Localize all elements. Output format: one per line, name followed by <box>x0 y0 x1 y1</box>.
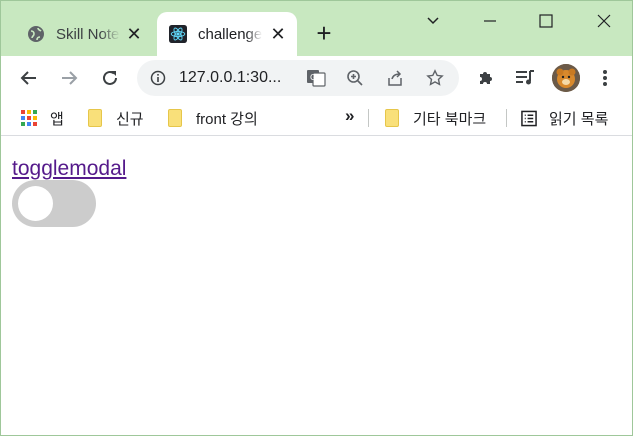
toolbar: 127.0.0.1:30... G <box>1 56 632 100</box>
tab-challenge[interactable]: challenge ✕ <box>157 12 297 56</box>
bookmark-folder-new[interactable]: 신규 <box>87 107 144 129</box>
tab-skill-note[interactable]: Skill Note ✕ <box>15 12 153 56</box>
react-icon <box>169 25 187 43</box>
globe-icon <box>27 25 45 43</box>
zoom-icon[interactable] <box>344 67 366 89</box>
toggle-knob[interactable] <box>18 186 53 221</box>
maximize-icon[interactable] <box>534 9 558 33</box>
bookmark-label: 신규 <box>116 110 144 128</box>
tab-title: Skill Note <box>56 25 120 43</box>
extensions-icon[interactable] <box>472 64 500 92</box>
browser-window: Skill Note ✕ challenge ✕ + 127.0.0.1:30.… <box>0 0 633 436</box>
back-icon[interactable] <box>15 64 43 92</box>
reading-list-icon <box>521 109 537 127</box>
bookmarks-bar: 앱 신규 front 강의 » 기타 북마크 읽기 목록 <box>1 100 632 136</box>
url-text: 127.0.0.1:30... <box>179 69 282 86</box>
bookmark-apps[interactable]: 앱 <box>21 107 64 129</box>
bookmark-divider <box>368 109 369 127</box>
new-tab-button[interactable]: + <box>312 20 336 46</box>
apps-grid-icon <box>21 109 37 127</box>
close-tab-icon[interactable]: ✕ <box>269 25 287 43</box>
forward-icon[interactable] <box>55 64 83 92</box>
svg-text:G: G <box>310 73 316 82</box>
bookmark-folder-front[interactable]: front 강의 <box>167 107 258 129</box>
share-icon[interactable] <box>384 67 406 89</box>
tab-title: challenge <box>198 25 262 43</box>
reload-icon[interactable] <box>96 64 124 92</box>
star-icon[interactable] <box>424 67 446 89</box>
bookmark-label: 기타 북마크 <box>413 110 487 128</box>
bookmark-label: front 강의 <box>196 110 258 128</box>
info-icon[interactable] <box>149 69 167 87</box>
media-playlist-icon[interactable] <box>511 64 539 92</box>
toggle-modal-link[interactable]: togglemodal <box>12 157 126 181</box>
chevron-down-icon[interactable] <box>421 9 445 33</box>
close-icon[interactable] <box>592 9 616 33</box>
profile-avatar[interactable] <box>552 64 580 92</box>
address-bar[interactable]: 127.0.0.1:30... G <box>137 60 459 96</box>
bookmark-label: 읽기 목록 <box>549 110 609 128</box>
bookmark-divider <box>506 109 507 127</box>
tab-strip: Skill Note ✕ challenge ✕ + <box>1 1 632 56</box>
reading-list[interactable]: 읽기 목록 <box>521 107 608 129</box>
folder-icon <box>167 109 183 127</box>
folder-icon <box>384 109 400 127</box>
toggle-switch[interactable] <box>12 180 96 227</box>
translate-icon[interactable]: G <box>305 67 327 89</box>
page-content: togglemodal <box>1 137 632 435</box>
menu-icon[interactable] <box>591 64 619 92</box>
bookmark-label: 앱 <box>50 110 64 128</box>
minimize-icon[interactable] <box>478 9 502 33</box>
close-tab-icon[interactable]: ✕ <box>125 25 143 43</box>
more-bookmarks-icon[interactable]: » <box>345 106 354 126</box>
folder-icon <box>87 109 103 127</box>
bookmark-folder-other[interactable]: 기타 북마크 <box>384 107 486 129</box>
